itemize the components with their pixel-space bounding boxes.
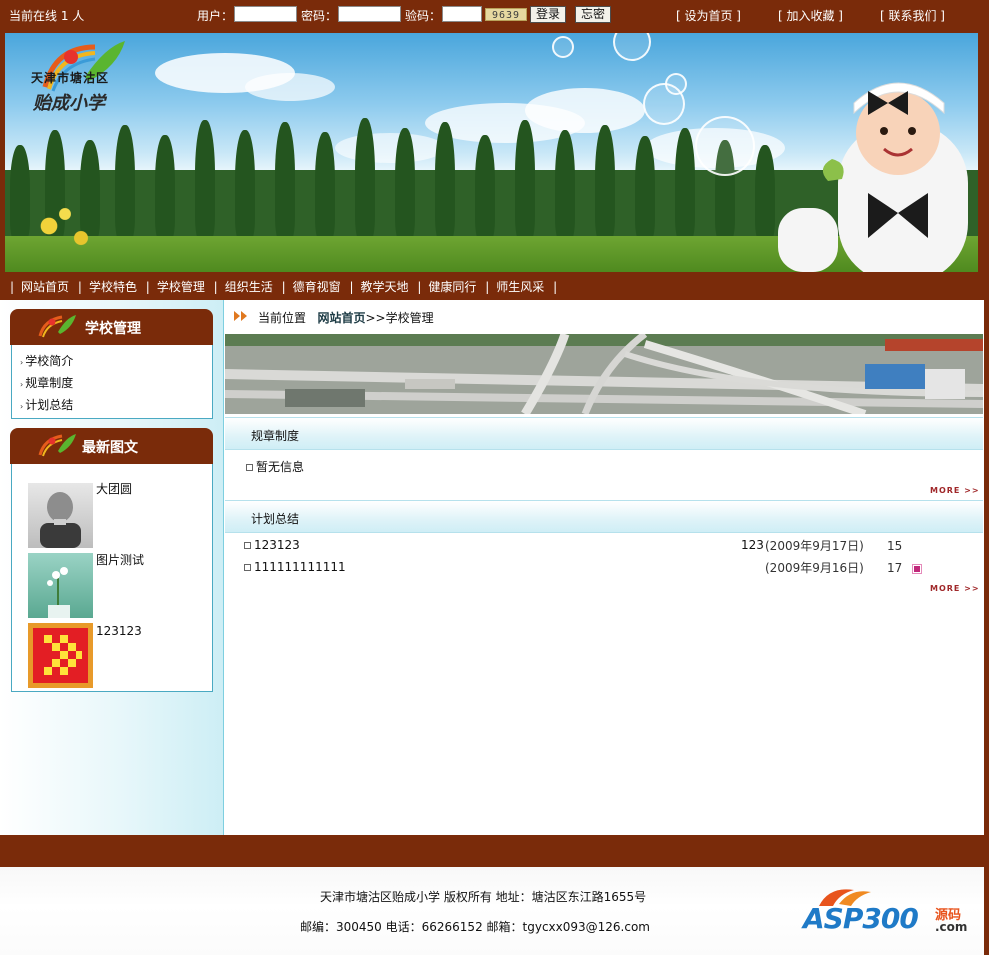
menu-item-rules[interactable]: › 规章制度 — [20, 374, 73, 391]
main-nav: | 网站首页 | 学校特色 | 学校管理 | 组织生活 | 德育视窗 | 教学天地 | 健康同… — [0, 272, 989, 300]
login-button[interactable]: 登录 — [530, 6, 566, 23]
menu-item-label: 学校简介 — [25, 354, 74, 368]
menu-item-label: 规章制度 — [25, 376, 74, 390]
menu-item-plans[interactable]: › 计划总结 — [20, 396, 73, 413]
contact-us-link[interactable]: [ 联系我们 ] — [880, 7, 945, 24]
arrow-right-icon: › — [20, 402, 24, 411]
news-caption-1[interactable]: 大团圆 — [96, 480, 132, 497]
menu-item-school-intro[interactable]: › 学校简介 — [20, 352, 73, 369]
bullet-square-icon — [246, 464, 253, 471]
management-menu-header: 学校管理 — [10, 309, 213, 345]
management-menu-title: 学校管理 — [85, 321, 141, 337]
news-thumb-3[interactable] — [28, 623, 93, 688]
double-arrow-icon — [234, 311, 247, 321]
banner-girl-illustration — [778, 82, 968, 272]
section-header-plans: 计划总结 — [225, 500, 983, 533]
nav-school-management[interactable]: 学校管理 — [157, 280, 205, 294]
banner-image: 天津市塘沽区 贻成小学 — [5, 33, 978, 272]
menu-item-label: 计划总结 — [25, 398, 74, 412]
nav-teaching[interactable]: 教学天地 — [361, 280, 409, 294]
footer-copyright: 天津市塘沽区贻成小学 版权所有 地址：塘沽区东江路1655号 — [320, 890, 647, 904]
main-content: 当前位置 网站首页>>学校管理 规章制度 暂无信息 MORE >> 计划总结 1… — [224, 300, 984, 835]
news-thumb-2[interactable] — [28, 553, 93, 618]
asp300-logo-domain: .com — [935, 920, 968, 934]
management-menu-box: › 学校简介 › 规章制度 › 计划总结 — [11, 340, 213, 419]
more-link-rules[interactable]: MORE >> — [930, 486, 980, 495]
nav-organization-life[interactable]: 组织生活 — [225, 280, 273, 294]
captcha-label: 验码： — [405, 9, 442, 23]
forgot-password-button[interactable]: 忘密 — [575, 6, 611, 23]
highway-photo — [225, 334, 983, 414]
username-input[interactable] — [234, 6, 297, 22]
list-item-title[interactable]: 123123 — [254, 538, 300, 552]
news-thumb-1[interactable] — [28, 483, 93, 548]
password-input[interactable] — [338, 6, 401, 22]
set-homepage-link[interactable]: [ 设为首页 ] — [676, 7, 741, 24]
logo-district: 天津市塘沽区 — [31, 71, 110, 85]
password-label: 密码： — [301, 9, 338, 23]
add-favorite-link[interactable]: [ 加入收藏 ] — [778, 7, 843, 24]
nav-moral-education[interactable]: 德育视窗 — [293, 280, 341, 294]
breadcrumb-prefix: 当前位置 — [258, 311, 307, 325]
section-title-plans: 计划总结 — [251, 512, 300, 526]
list-item-author: 123 — [741, 538, 764, 552]
list-item-date: (2009年9月16日) — [765, 561, 864, 575]
more-link-plans[interactable]: MORE >> — [930, 584, 980, 593]
school-logo-icon — [38, 315, 76, 338]
asp300-logo-main: ASP300 — [803, 902, 919, 935]
footer-contact: 邮编：300450 电话：66266152 邮箱：tgycxx093@126.c… — [300, 920, 650, 934]
user-label: 用户： — [197, 9, 234, 23]
top-bar: 当前在线 1 人 用户： 密码： 验码： 9639 登录 忘密 [ 设为首页 ]… — [0, 0, 989, 30]
bullet-square-icon — [244, 542, 251, 549]
breadcrumb-home-link[interactable]: 网站首页 — [317, 311, 365, 325]
empty-message: 暂无信息 — [246, 458, 304, 475]
section-header-rules: 规章制度 — [225, 417, 983, 450]
footer-bar — [0, 835, 984, 867]
list-item-hits: 17 — [887, 561, 903, 575]
nav-teachers-students[interactable]: 师生风采 — [496, 280, 544, 294]
news-caption-2[interactable]: 图片测试 — [96, 551, 144, 568]
right-edge-border — [984, 0, 989, 955]
breadcrumb: 当前位置 网站首页>>学校管理 — [224, 300, 984, 334]
empty-text: 暂无信息 — [256, 460, 305, 474]
latest-news-title: 最新图文 — [82, 440, 138, 456]
breadcrumb-current: >>学校管理 — [365, 311, 434, 325]
list-item-title[interactable]: 111111111111 — [254, 560, 346, 574]
arrow-right-icon: › — [20, 380, 24, 389]
logo-school-name: 贻成小学 — [33, 93, 105, 114]
nav-school-features[interactable]: 学校特色 — [89, 280, 137, 294]
arrow-right-icon: › — [20, 358, 24, 367]
sidebar: › 学校简介 › 规章制度 › 计划总结 学校管理 大团圆 图片测试 12312… — [0, 300, 224, 835]
news-caption-3[interactable]: 123123 — [96, 624, 142, 638]
list-item-hits: 15 — [887, 539, 903, 553]
bullet-square-icon — [244, 564, 251, 571]
captcha-input[interactable] — [442, 6, 482, 22]
list-item: 123123 — [244, 538, 300, 552]
footer: 天津市塘沽区贻成小学 版权所有 地址：塘沽区东江路1655号 邮编：300450… — [0, 867, 984, 955]
nav-health[interactable]: 健康同行 — [428, 280, 476, 294]
nav-home[interactable]: 网站首页 — [21, 280, 69, 294]
section-title-rules: 规章制度 — [251, 429, 300, 443]
new-badge-icon — [913, 565, 921, 573]
school-logo-icon — [38, 434, 76, 457]
captcha-image: 9639 — [485, 8, 527, 21]
banner: 天津市塘沽区 贻成小学 — [0, 30, 989, 272]
list-item: 111111111111 — [244, 560, 346, 574]
latest-news-box: 大团圆 图片测试 123123 — [11, 458, 213, 692]
online-count: 当前在线 1 人 — [9, 9, 85, 23]
asp300-logo[interactable]: ASP300 源码 .com — [799, 884, 969, 938]
list-item-date: (2009年9月17日) — [765, 539, 864, 553]
latest-news-header: 最新图文 — [10, 428, 213, 464]
